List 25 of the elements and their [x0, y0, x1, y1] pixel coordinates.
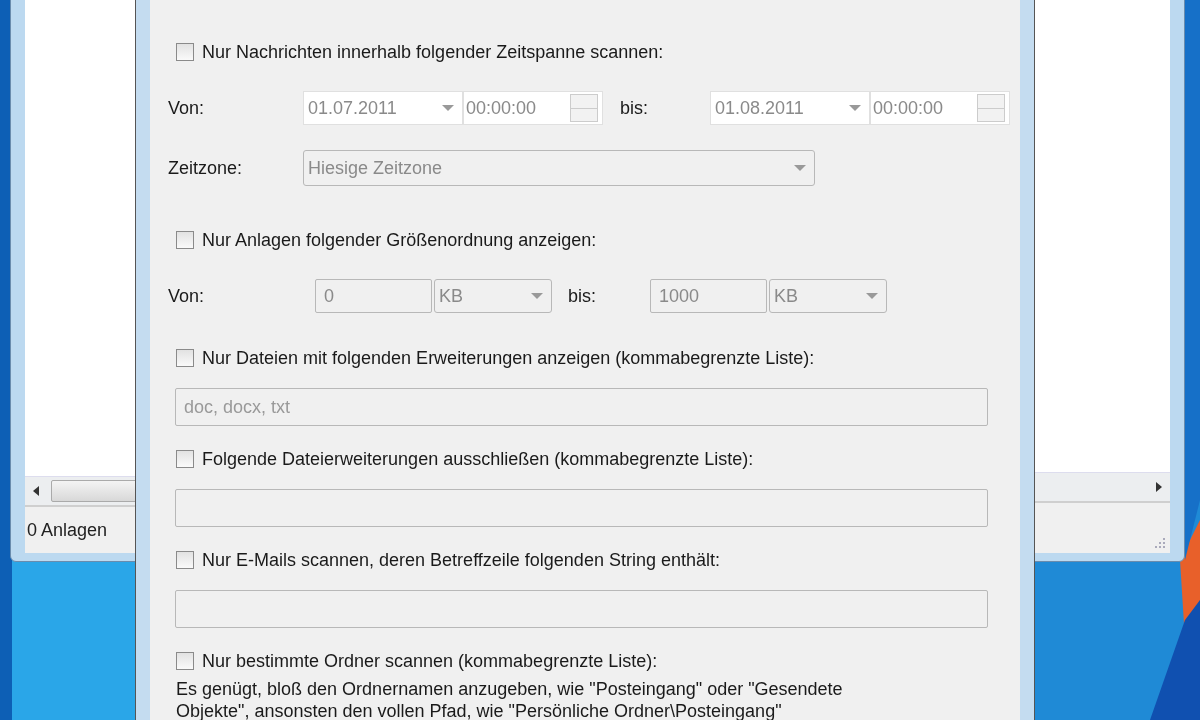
checkbox-label: Nur Anlagen folgender Größenordnung anzeigen: [202, 229, 597, 251]
hint-text: Es genügt, bloß den Ordnernamen anzugeben, wie "Posteingang" oder "Gesendete Objekte", ansonsten den vollen Pfad, wie "Persönliche Ordner\Posteingang" [176, 678, 844, 720]
field-label: Zeitzone: [168, 157, 244, 179]
field-label: Von: [168, 285, 206, 307]
field-label: Von: [168, 97, 206, 119]
left-arrow-icon[interactable] [33, 486, 39, 496]
field-label: bis: [568, 285, 597, 307]
checkbox-label: Folgende Dateierweiterungen ausschließen (kommabegrenzte Liste): [202, 448, 754, 470]
resize-grip-icon[interactable] [1154, 537, 1166, 549]
right-arrow-icon[interactable] [1156, 482, 1162, 492]
caret-icon [849, 105, 861, 111]
caret-icon [531, 293, 543, 299]
caret-icon [866, 293, 878, 299]
field-label: bis: [620, 97, 649, 119]
checkbox[interactable] [176, 551, 194, 569]
checkbox[interactable] [176, 43, 194, 61]
checkbox-label: Nur Nachrichten innerhalb folgender Zeitspanne scannen: [202, 41, 664, 63]
checkbox[interactable] [176, 231, 194, 249]
checkbox[interactable] [176, 450, 194, 468]
caret-icon [794, 165, 806, 171]
caret-icon [442, 105, 454, 111]
checkbox-label: Nur bestimmte Ordner scannen (kommabegrenzte Liste): [202, 650, 658, 672]
checkbox-label: Nur Dateien mit folgenden Erweiterungen anzeigen (kommabegrenzte Liste): [202, 347, 815, 369]
checkbox[interactable] [176, 349, 194, 367]
checkbox[interactable] [176, 652, 194, 670]
